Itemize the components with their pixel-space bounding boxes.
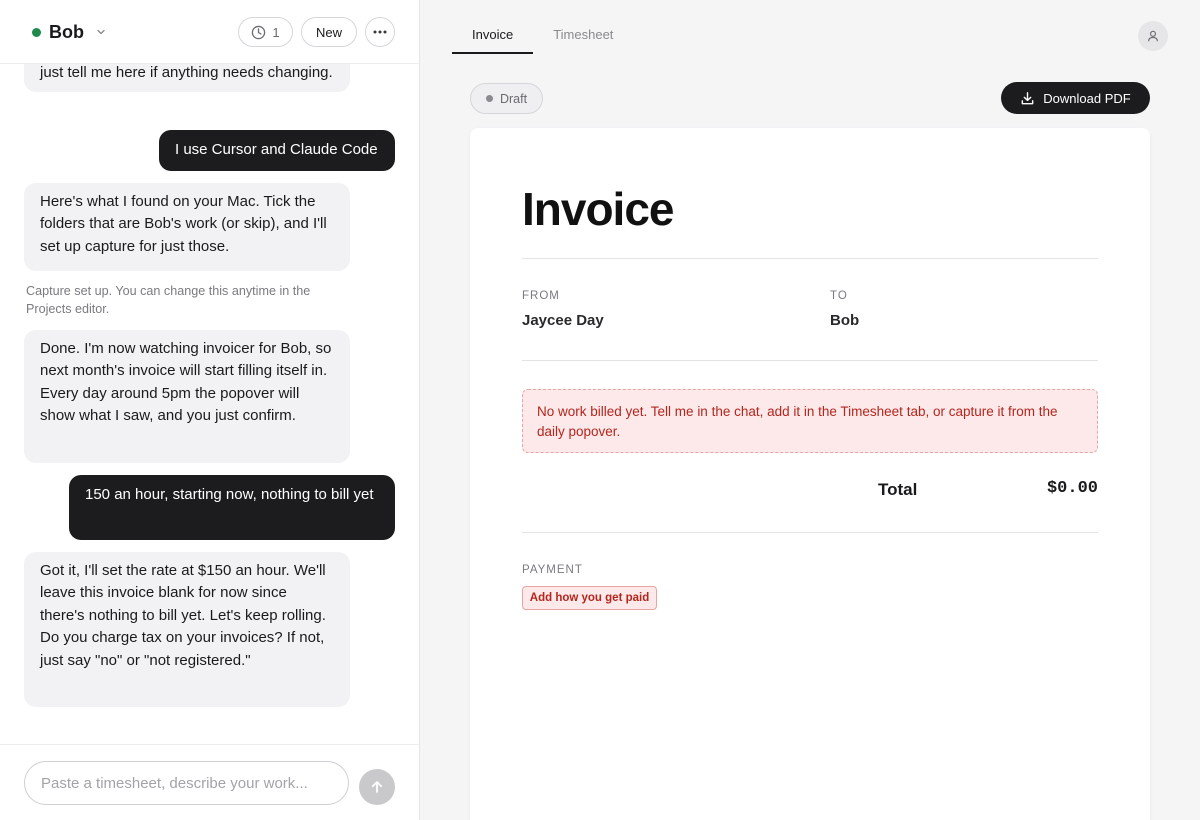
download-pdf-button[interactable]: Download PDF <box>1001 82 1150 114</box>
total-label: Total <box>878 480 918 499</box>
history-button[interactable]: 1 <box>238 17 293 47</box>
user-message: 150 an hour, starting now, nothing to bi… <box>69 475 395 540</box>
invoice-title: Invoice <box>522 183 675 235</box>
status-label: Draft <box>499 91 528 106</box>
divider <box>522 360 1098 361</box>
clock-icon <box>252 25 266 39</box>
assistant-message: Done. I'm now watching invoicer for Bob,… <box>24 330 350 463</box>
chat-thread[interactable]: just tell me here if anything needs chan… <box>0 0 419 744</box>
client-switcher[interactable]: Bob <box>32 20 106 44</box>
from-label: FROM <box>522 290 560 302</box>
divider <box>522 258 1098 259</box>
tab-timesheet[interactable]: Timesheet <box>533 20 633 54</box>
status-dot <box>32 27 41 37</box>
divider <box>522 532 1098 533</box>
client-name: Bob <box>49 21 84 42</box>
draft-dot <box>485 95 493 102</box>
from-value: Jaycee Day <box>522 312 604 329</box>
chat-panel: just tell me here if anything needs chan… <box>0 0 420 820</box>
chat-header: Bob 1 New <box>0 0 419 64</box>
to-label: TO <box>830 290 848 302</box>
send-button[interactable] <box>359 769 395 805</box>
chat-composer <box>0 744 419 820</box>
view-tabs: Invoice Timesheet <box>452 20 633 54</box>
chevron-down-icon <box>97 29 105 35</box>
arrow-up-icon <box>371 781 383 793</box>
status-badge: Draft <box>470 83 543 114</box>
empty-invoice-notice: No work billed yet. Tell me in the chat,… <box>522 389 1098 453</box>
add-payment-method-button[interactable]: Add how you get paid <box>522 586 657 610</box>
invoice-document: Invoice FROM Jaycee Day TO Bob No work b… <box>470 128 1150 820</box>
user-icon <box>1148 30 1158 42</box>
tab-invoice[interactable]: Invoice <box>452 20 534 54</box>
more-options-button[interactable] <box>365 17 395 47</box>
history-count: 1 <box>272 24 280 40</box>
total-value: $0.00 <box>1046 479 1098 498</box>
payment-label: PAYMENT <box>522 564 583 576</box>
download-pdf-label: Download PDF <box>1043 90 1131 106</box>
assistant-message: Here's what I found on your Mac. Tick th… <box>24 183 350 271</box>
new-chat-button[interactable]: New <box>301 17 357 47</box>
assistant-message: Got it, I'll set the rate at $150 an hou… <box>24 552 350 707</box>
ellipsis-icon <box>373 30 387 34</box>
user-message: I use Cursor and Claude Code <box>159 130 395 171</box>
to-value: Bob <box>830 312 860 329</box>
system-note: Capture set up. You can change this anyt… <box>26 284 311 316</box>
download-icon <box>1021 91 1034 104</box>
account-button[interactable] <box>1138 21 1168 51</box>
message-input[interactable] <box>24 761 349 805</box>
